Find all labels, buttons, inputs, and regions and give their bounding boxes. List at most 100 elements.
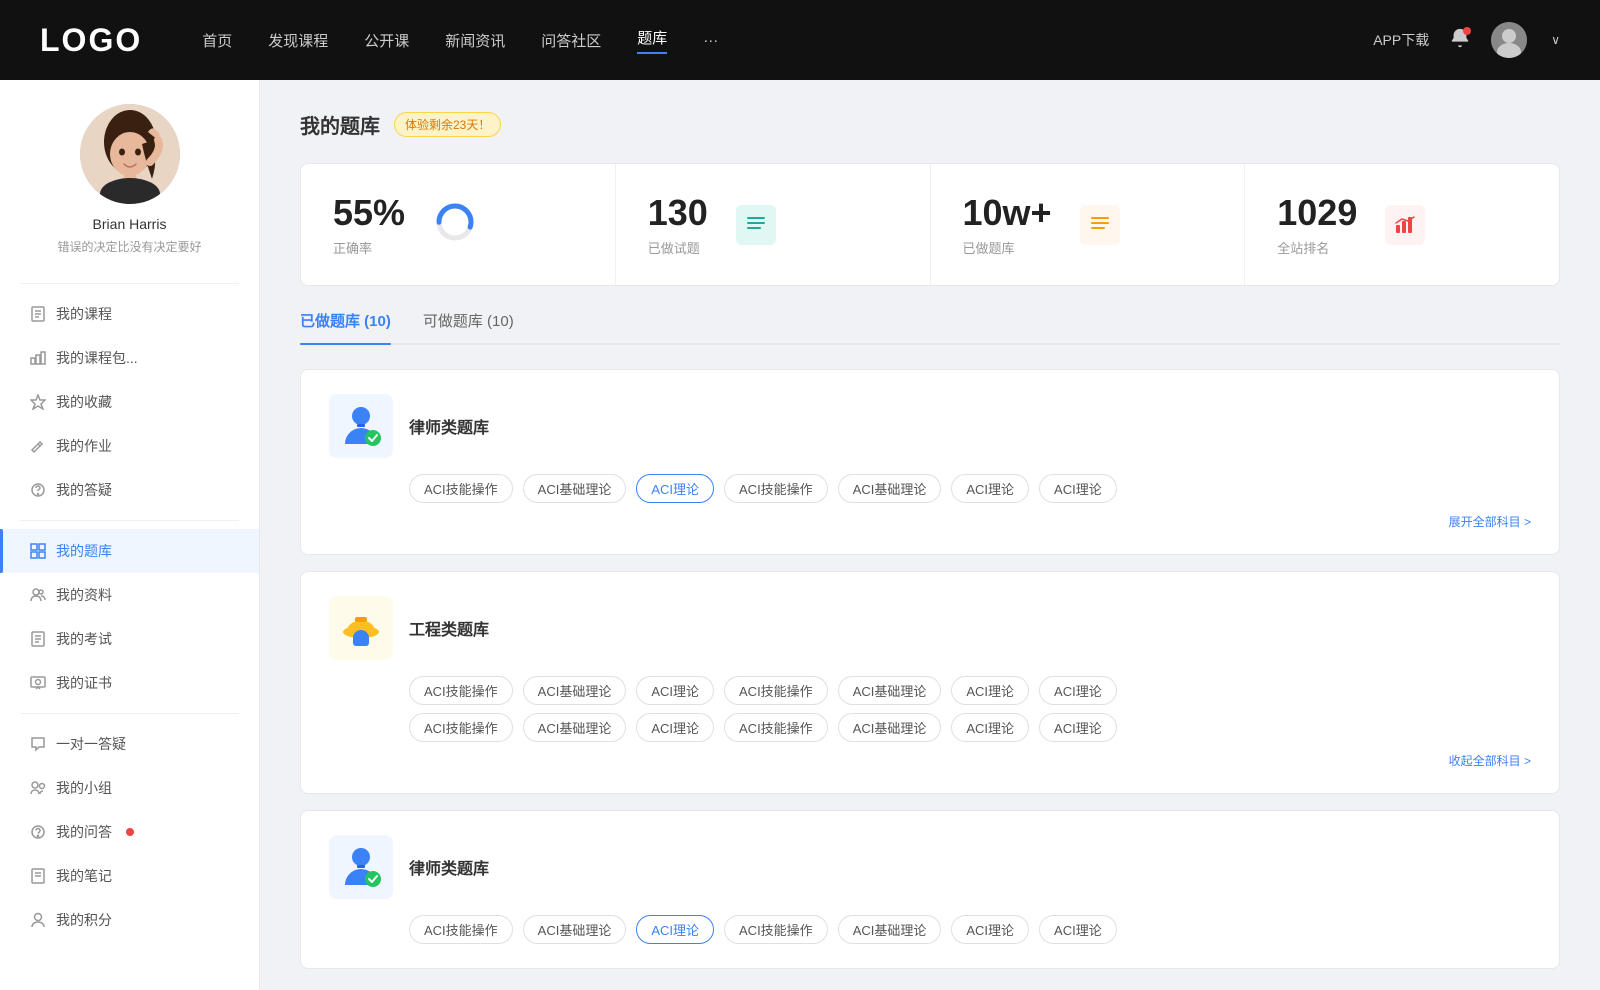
tag-1-4[interactable]: ACI基础理论 — [838, 474, 942, 503]
qbank-icon-lawyer-1 — [329, 394, 393, 458]
tab-available-banks[interactable]: 可做题库 (10) — [423, 310, 514, 343]
tag-2-0[interactable]: ACI技能操作 — [409, 676, 513, 705]
tag-1-0[interactable]: ACI技能操作 — [409, 474, 513, 503]
sidebar-item-favorites[interactable]: 我的收藏 — [0, 380, 259, 424]
nav-question-bank[interactable]: 题库 — [637, 27, 667, 54]
stat-correct-icon — [433, 200, 477, 249]
file-text-icon — [30, 631, 46, 647]
tag-2-3[interactable]: ACI技能操作 — [724, 676, 828, 705]
tag-3-3[interactable]: ACI技能操作 — [724, 915, 828, 944]
tag-1-5[interactable]: ACI理论 — [951, 474, 1029, 503]
tag-1-3[interactable]: ACI技能操作 — [724, 474, 828, 503]
question-mark-icon — [30, 824, 46, 840]
tag-2-4[interactable]: ACI基础理论 — [838, 676, 942, 705]
tag-1-2[interactable]: ACI理论 — [636, 474, 714, 503]
qbank-expand-2[interactable]: 收起全部科目 > — [329, 752, 1531, 769]
edit-icon — [30, 438, 46, 454]
tag-2-5[interactable]: ACI理论 — [951, 676, 1029, 705]
stat-questions-done: 130 已做试题 — [616, 164, 931, 285]
sidebar-item-qa[interactable]: 我的答疑 — [0, 468, 259, 512]
sidebar-item-course-package[interactable]: 我的课程包... — [0, 336, 259, 380]
tag-2-extra-0[interactable]: ACI技能操作 — [409, 713, 513, 742]
tag-1-1[interactable]: ACI基础理论 — [523, 474, 627, 503]
tag-2-2[interactable]: ACI理论 — [636, 676, 714, 705]
question-circle-icon — [30, 482, 46, 498]
qbank-tags-1: ACI技能操作 ACI基础理论 ACI理论 ACI技能操作 ACI基础理论 AC… — [329, 474, 1531, 503]
nav-home[interactable]: 首页 — [202, 30, 232, 51]
tag-2-extra-3[interactable]: ACI技能操作 — [724, 713, 828, 742]
donut-chart-icon — [433, 200, 477, 244]
qbank-tags-2-extra: ACI技能操作 ACI基础理论 ACI理论 ACI技能操作 ACI基础理论 AC… — [329, 713, 1531, 742]
stat-questions-label: 已做试题 — [648, 238, 708, 257]
tag-2-6[interactable]: ACI理论 — [1039, 676, 1117, 705]
sidebar-menu: 我的课程 我的课程包... 我的收藏 我的作业 — [0, 292, 259, 942]
nav-news[interactable]: 新闻资讯 — [445, 30, 505, 51]
navbar: LOGO 首页 发现课程 公开课 新闻资讯 问答社区 题库 ··· APP下载 … — [0, 0, 1600, 80]
notification-bell[interactable] — [1449, 27, 1471, 54]
app-download-button[interactable]: APP下载 — [1373, 30, 1429, 50]
tag-2-1[interactable]: ACI基础理论 — [523, 676, 627, 705]
nav-right: APP下载 ∨ — [1373, 22, 1560, 58]
user-avatar[interactable] — [1491, 22, 1527, 58]
lawyer-icon — [337, 402, 385, 450]
grid-icon — [30, 543, 46, 559]
points-icon — [30, 912, 46, 928]
tag-3-6[interactable]: ACI理论 — [1039, 915, 1117, 944]
tag-3-1[interactable]: ACI基础理论 — [523, 915, 627, 944]
tab-done-banks[interactable]: 已做题库 (10) — [300, 310, 391, 343]
avatar-icon — [1491, 22, 1527, 58]
sidebar-item-profile[interactable]: 我的资料 — [0, 573, 259, 617]
stat-rank: 1029 全站排名 — [1245, 164, 1559, 285]
tag-2-extra-6[interactable]: ACI理论 — [1039, 713, 1117, 742]
nav-chevron-icon[interactable]: ∨ — [1551, 33, 1560, 47]
sidebar-item-1on1-qa[interactable]: 一对一答疑 — [0, 722, 259, 766]
bar-chart-red-icon — [1393, 213, 1417, 237]
divider-2 — [20, 520, 239, 521]
sidebar-item-group[interactable]: 我的小组 — [0, 766, 259, 810]
tag-3-4[interactable]: ACI基础理论 — [838, 915, 942, 944]
qbank-title-2: 工程类题库 — [409, 616, 489, 640]
chart-bar-icon — [30, 350, 46, 366]
divider-3 — [20, 713, 239, 714]
sidebar-item-certificate[interactable]: 我的证书 — [0, 661, 259, 705]
stat-bank-done: 10w+ 已做题库 — [931, 164, 1246, 285]
divider-1 — [20, 283, 239, 284]
tag-2-extra-2[interactable]: ACI理论 — [636, 713, 714, 742]
nav-discover[interactable]: 发现课程 — [268, 30, 328, 51]
sidebar-item-points[interactable]: 我的积分 — [0, 898, 259, 942]
qbank-card-lawyer-2: 律师类题库 ACI技能操作 ACI基础理论 ACI理论 ACI技能操作 ACI基… — [300, 810, 1560, 969]
tag-2-extra-5[interactable]: ACI理论 — [951, 713, 1029, 742]
qbank-header-3: 律师类题库 — [329, 835, 1531, 899]
tag-2-extra-4[interactable]: ACI基础理论 — [838, 713, 942, 742]
tag-1-6[interactable]: ACI理论 — [1039, 474, 1117, 503]
layout: Brian Harris 错误的决定比没有决定要好 我的课程 我的课程包... — [0, 80, 1600, 990]
list-teal-icon — [744, 213, 768, 237]
stat-bank-number: 10w+ — [963, 192, 1052, 234]
tag-3-0[interactable]: ACI技能操作 — [409, 915, 513, 944]
nav-qa[interactable]: 问答社区 — [541, 30, 601, 51]
nav-more[interactable]: ··· — [703, 32, 718, 49]
nav-links: 首页 发现课程 公开课 新闻资讯 问答社区 题库 ··· — [202, 27, 718, 54]
sidebar-item-homework[interactable]: 我的作业 — [0, 424, 259, 468]
sidebar-profile: Brian Harris 错误的决定比没有决定要好 — [0, 104, 259, 275]
sidebar-item-my-qa[interactable]: 我的问答 — [0, 810, 259, 854]
main-content: 我的题库 体验剩余23天！ 55% 正确率 — [260, 80, 1600, 990]
tag-2-extra-1[interactable]: ACI基础理论 — [523, 713, 627, 742]
qbank-expand-1[interactable]: 展开全部科目 > — [329, 513, 1531, 530]
page-title: 我的题库 — [300, 110, 380, 139]
sidebar-item-exam[interactable]: 我的考试 — [0, 617, 259, 661]
sidebar-item-question-bank[interactable]: 我的题库 — [0, 529, 259, 573]
tag-3-5[interactable]: ACI理论 — [951, 915, 1029, 944]
stat-rank-icon — [1385, 205, 1425, 245]
sidebar: Brian Harris 错误的决定比没有决定要好 我的课程 我的课程包... — [0, 80, 260, 990]
sidebar-item-my-course[interactable]: 我的课程 — [0, 292, 259, 336]
star-icon — [30, 394, 46, 410]
stats-row: 55% 正确率 130 已做试题 — [300, 163, 1560, 286]
qbank-header-1: 律师类题库 — [329, 394, 1531, 458]
tag-3-2[interactable]: ACI理论 — [636, 915, 714, 944]
stat-questions-number: 130 — [648, 192, 708, 234]
sidebar-item-notes[interactable]: 我的笔记 — [0, 854, 259, 898]
nav-open-course[interactable]: 公开课 — [364, 30, 409, 51]
user-avatar-large — [80, 104, 180, 204]
user-motto: 错误的决定比没有决定要好 — [20, 238, 239, 255]
